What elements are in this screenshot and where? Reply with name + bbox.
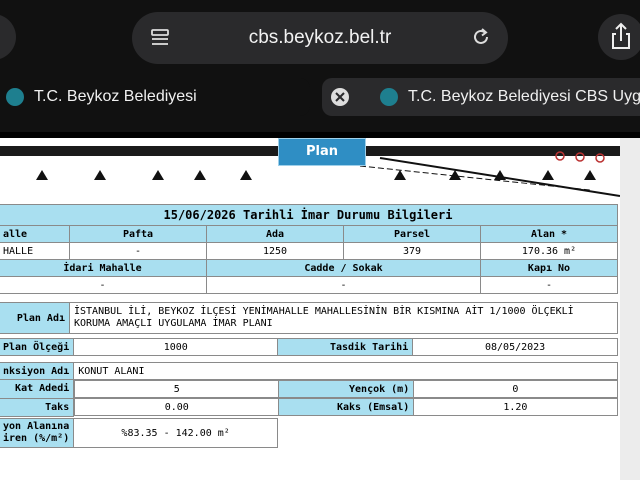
value-alan: 170.36 m² (480, 242, 618, 260)
plan-adi-table: Plan Adı İSTANBUL İLİ, BEYKOZ İLÇESİ YEN… (0, 302, 618, 334)
col-header-kapi-no: Kapı No (480, 259, 618, 277)
label-fonksiyon-adi: nksiyon Adı (0, 362, 75, 380)
value-kat-adedi: 5 (74, 380, 280, 398)
label-tasdik-tarihi: Tasdik Tarihi (277, 338, 414, 356)
tab-beykoz[interactable]: T.C. Beykoz Belediyesi (0, 78, 310, 116)
value-parsel: 379 (343, 242, 481, 260)
col-header-cadde-sokak: Cadde / Sokak (206, 259, 481, 277)
value-fonksiyon-adi: KONUT ALANI (73, 362, 618, 380)
value-idari-mahalle: - (0, 276, 207, 294)
col-header-parsel: Parsel (343, 225, 481, 243)
back-button[interactable] (0, 14, 16, 60)
page-right-edge (620, 138, 640, 480)
url-text: cbs.beykoz.bel.tr (248, 27, 392, 48)
tab-label: T.C. Beykoz Belediyesi CBS Uyg (408, 88, 640, 105)
value-cadde-sokak: - (206, 276, 481, 294)
tab-beykoz-cbs[interactable]: T.C. Beykoz Belediyesi CBS Uyg (322, 78, 640, 116)
value-taks: 0.00 (74, 398, 280, 416)
map-strip: Plan Notları (0, 138, 620, 198)
value-plan-olcegi: 1000 (73, 338, 279, 356)
plan-notlari-button[interactable]: Plan Notları (278, 138, 366, 185)
share-icon (612, 22, 630, 49)
col-header-ada: Ada (206, 225, 344, 243)
url-bar[interactable]: cbs.beykoz.bel.tr (132, 12, 508, 64)
page-content: Plan Notları 15/06/2026 Tarihli İmar Dur… (0, 138, 640, 480)
label-plan-adi: Plan Adı (0, 302, 70, 334)
value-kapi-no: - (480, 276, 618, 294)
value-tasdik-tarihi: 08/05/2023 (412, 338, 618, 356)
tab-label: T.C. Beykoz Belediyesi (34, 88, 197, 105)
col-header-pafta: Pafta (69, 225, 207, 243)
plan-olcegi-table: Plan Ölçeği 1000 Tasdik Tarihi 08/05/202… (0, 338, 618, 356)
label-kat-adedi: Kat Adedi (0, 379, 75, 399)
reader-icon[interactable] (150, 28, 170, 48)
label-kaks: Kaks (Emsal) (278, 398, 415, 416)
browser-chrome: cbs.beykoz.bel.tr T.C. Beykoz Belediyesi… (0, 0, 640, 132)
page-title: 15/06/2026 Tarihli İmar Durumu Bilgileri (0, 204, 618, 226)
col-header-alan: Alan * (480, 225, 618, 243)
col-header-mahalle: alle (0, 225, 70, 243)
fonksiyon-table: nksiyon Adı KONUT ALANI Kat Adedi 5 Yenç… (0, 362, 618, 417)
value-plan-adi: İSTANBUL İLİ, BEYKOZ İLÇESİ YENİMAHALLE … (69, 302, 618, 334)
value-yon-alani: %83.35 - 142.00 m² (73, 418, 278, 448)
reload-icon[interactable] (470, 26, 492, 48)
yon-alani-table: yon Alanına iren (%/m²) %83.35 - 142.00 … (0, 418, 278, 448)
label-yon-alani-line1: yon Alanına (3, 421, 70, 432)
share-button[interactable] (598, 14, 640, 60)
taks-row: 0.00 Kaks (Emsal) 1.20 (74, 398, 618, 416)
label-yon-alani: yon Alanına iren (%/m²) (0, 418, 75, 448)
label-yon-alani-line2: iren (%/m²) (3, 433, 70, 444)
site-favicon-icon (380, 88, 398, 106)
label-yencok: Yençok (m) (278, 380, 415, 398)
value-kaks: 1.20 (413, 398, 618, 416)
imar-title-table: 15/06/2026 Tarihli İmar Durumu Bilgileri… (0, 204, 618, 294)
kat-row: 5 Yençok (m) 0 (74, 380, 618, 398)
value-yencok: 0 (413, 380, 618, 398)
site-favicon-icon (6, 88, 24, 106)
label-taks: Taks (0, 397, 75, 417)
value-mahalle: HALLE (0, 242, 70, 260)
col-header-idari-mahalle: İdari Mahalle (0, 259, 207, 277)
value-ada: 1250 (206, 242, 344, 260)
value-pafta: - (69, 242, 207, 260)
close-tab-icon[interactable] (330, 87, 350, 107)
label-plan-olcegi: Plan Ölçeği (0, 338, 75, 356)
